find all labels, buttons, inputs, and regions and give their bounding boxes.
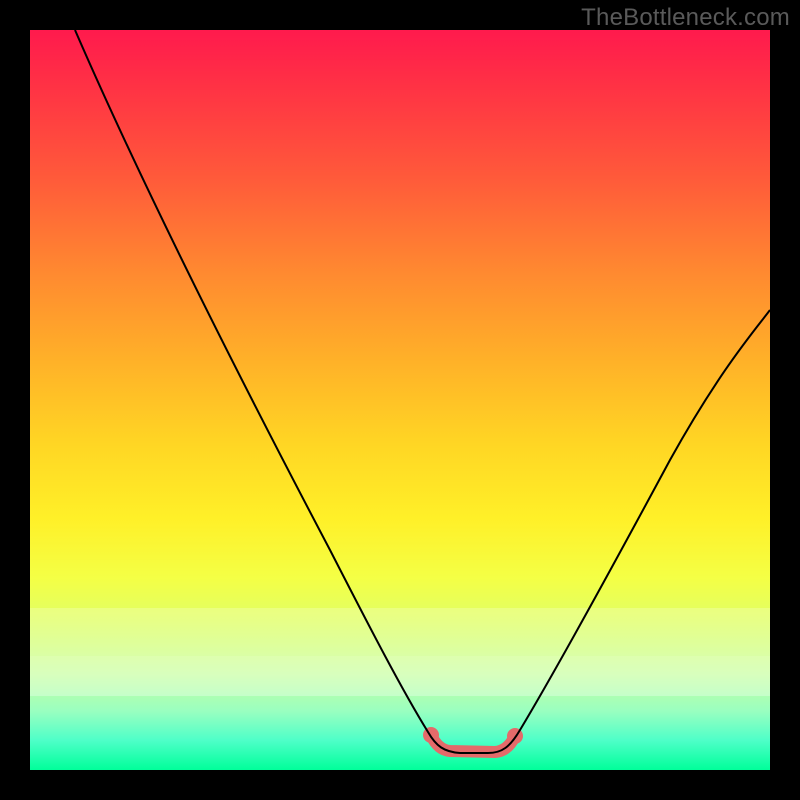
curve-svg	[30, 30, 770, 770]
watermark-text: TheBottleneck.com	[581, 4, 790, 32]
bottleneck-curve	[75, 30, 770, 753]
plot-area	[30, 30, 770, 770]
chart-frame: TheBottleneck.com	[0, 0, 800, 800]
